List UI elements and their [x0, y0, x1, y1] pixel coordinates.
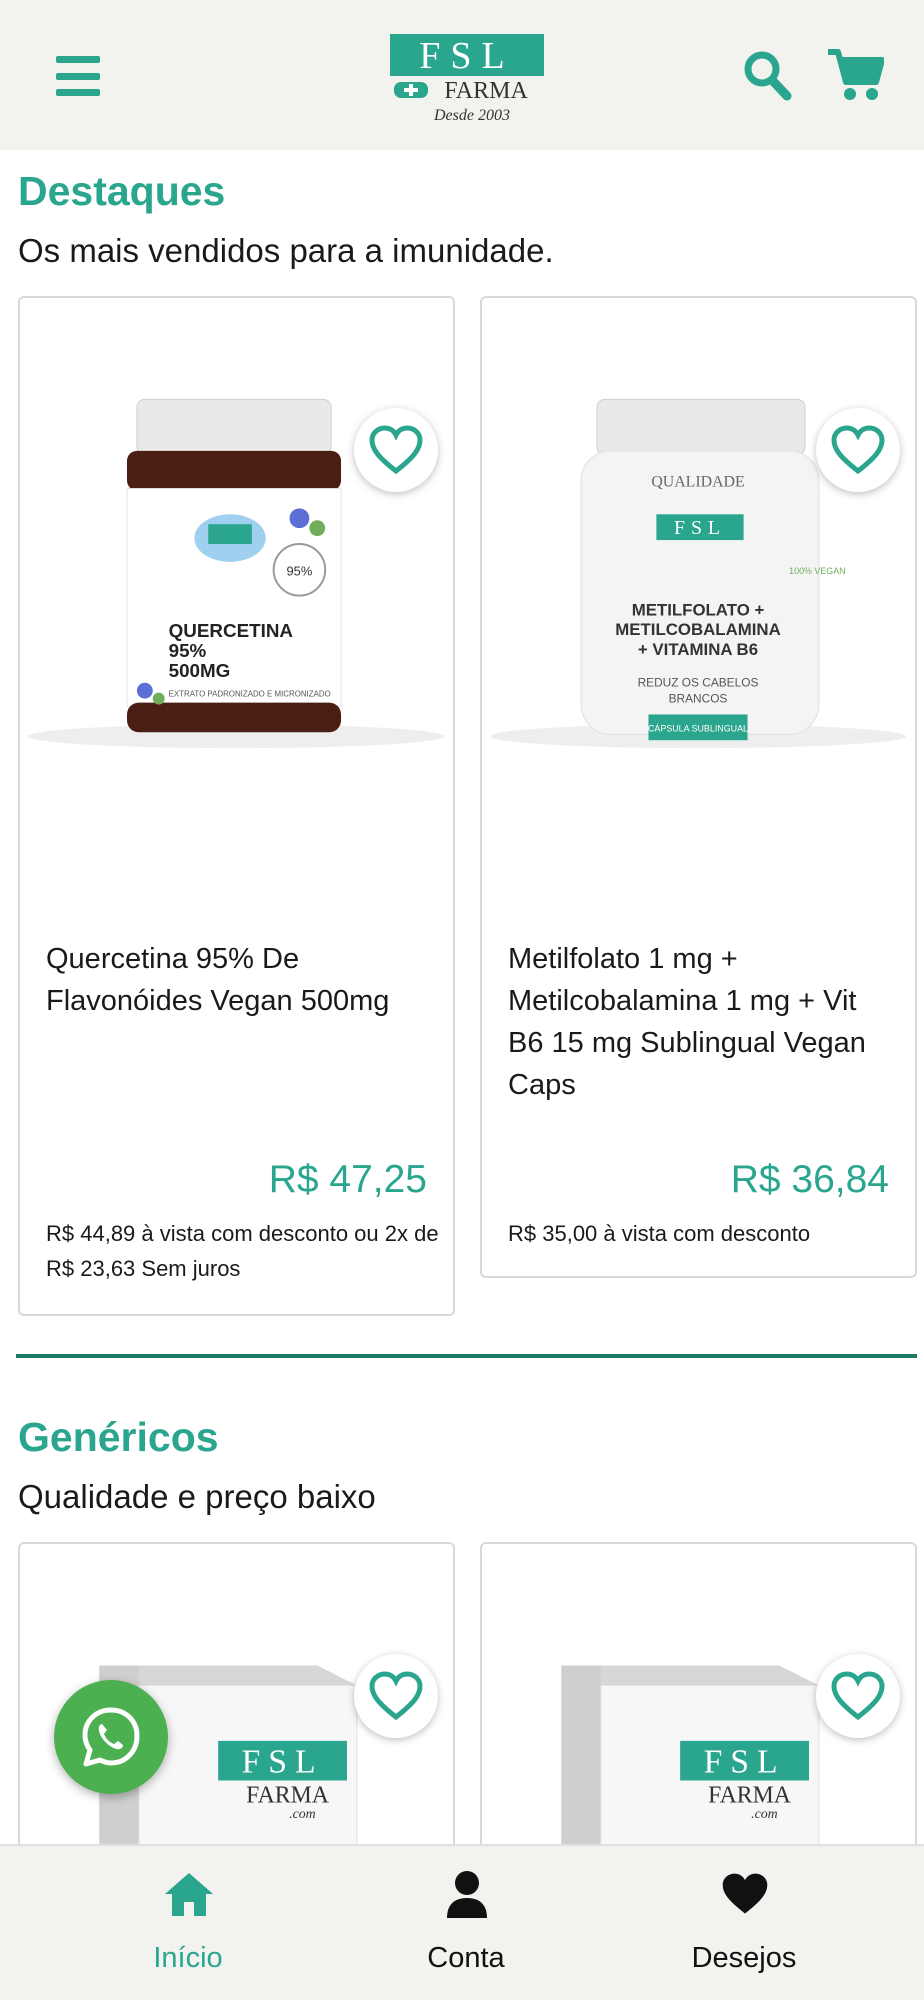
favorite-button[interactable] — [816, 408, 900, 492]
product-price: R$ 36,84 — [730, 1158, 889, 1201]
nav-label: Conta — [427, 1942, 505, 1974]
fsl-farma-logo[interactable]: FSL FARMA Desde 2003 — [390, 34, 544, 124]
cart-icon[interactable] — [826, 48, 884, 102]
svg-text:500MG: 500MG — [169, 660, 231, 681]
svg-text:CÁPSULA SUBLINGUAL: CÁPSULA SUBLINGUAL — [648, 723, 748, 733]
heart-outline-icon — [831, 425, 885, 475]
svg-text:Desde 2003: Desde 2003 — [433, 107, 510, 124]
favorite-button[interactable] — [354, 1654, 438, 1738]
svg-text:+ VITAMINA B6: + VITAMINA B6 — [638, 640, 758, 659]
home-icon — [165, 1873, 213, 1916]
product-image-metilfolato[interactable]: QUALIDADE FSL 100% VEGAN METILFOLATO + M… — [482, 338, 915, 758]
product-name[interactable]: Metilfolato 1 mg + Metilcobalamina 1 mg … — [508, 938, 898, 1106]
svg-text:BRANCOS: BRANCOS — [669, 692, 728, 706]
svg-text:.com: .com — [751, 1807, 778, 1822]
svg-text:QUALIDADE: QUALIDADE — [651, 474, 744, 491]
nav-label: Desejos — [691, 1942, 797, 1974]
svg-text:FSL: FSL — [704, 1744, 786, 1781]
svg-text:FARMA: FARMA — [246, 1782, 329, 1808]
product-image-quercetina[interactable]: 95% QUERCETINA 95% 500MG EXTRATO PADRONI… — [20, 338, 453, 758]
heart-outline-icon — [831, 1671, 885, 1721]
svg-text:FSL: FSL — [674, 517, 726, 539]
nav-item-inicio[interactable]: Início — [88, 1870, 288, 1980]
section-title-destaques: Destaques — [18, 168, 226, 214]
payment-note: R$ 44,89 à vista com desconto ou 2x de R… — [46, 1221, 439, 1281]
svg-text:100% VEGAN: 100% VEGAN — [789, 566, 845, 576]
whatsapp-icon — [82, 1707, 140, 1767]
menu-icon[interactable] — [56, 56, 100, 96]
svg-text:FSL: FSL — [242, 1744, 324, 1781]
product-card[interactable]: 95% QUERCETINA 95% 500MG EXTRATO PADRONI… — [18, 296, 455, 1316]
svg-text:FARMA: FARMA — [708, 1782, 791, 1808]
product-price: R$ 47,25 — [268, 1158, 427, 1201]
heart-outline-icon — [369, 1671, 423, 1721]
section-divider — [16, 1354, 917, 1358]
svg-text:.com: .com — [289, 1807, 316, 1822]
nav-label: Início — [153, 1942, 223, 1974]
svg-text:METILCOBALAMINA: METILCOBALAMINA — [615, 620, 780, 639]
product-name[interactable]: Quercetina 95% De Flavonóides Vegan 500m… — [46, 938, 436, 1022]
svg-text:QUERCETINA: QUERCETINA — [169, 620, 294, 641]
search-icon[interactable] — [742, 48, 792, 102]
heart-outline-icon — [369, 425, 423, 475]
svg-text:FARMA: FARMA — [444, 78, 528, 104]
user-icon — [447, 1871, 487, 1918]
svg-text:METILFOLATO +: METILFOLATO + — [632, 600, 765, 619]
svg-text:95%: 95% — [169, 640, 207, 661]
top-header: FSL FARMA Desde 2003 — [0, 0, 924, 150]
favorite-button[interactable] — [816, 1654, 900, 1738]
section-title-genericos: Genéricos — [18, 1414, 219, 1460]
nav-item-desejos[interactable]: Desejos — [644, 1870, 844, 1980]
svg-text:REDUZ OS CABELOS: REDUZ OS CABELOS — [638, 676, 759, 690]
heart-icon — [722, 1873, 768, 1914]
section-subtitle: Os mais vendidos para a imunidade. — [18, 232, 554, 269]
whatsapp-button[interactable] — [54, 1680, 168, 1794]
nav-item-conta[interactable]: Conta — [366, 1870, 566, 1980]
bottom-navigation: Início Conta Desejos — [0, 1844, 924, 2000]
payment-note: R$ 35,00 à vista com desconto — [508, 1221, 811, 1246]
favorite-button[interactable] — [354, 408, 438, 492]
product-card[interactable]: QUALIDADE FSL 100% VEGAN METILFOLATO + M… — [480, 296, 917, 1278]
svg-text:FSL: FSL — [419, 35, 514, 77]
svg-text:95%: 95% — [287, 564, 313, 579]
section-subtitle: Qualidade e preço baixo — [18, 1478, 376, 1515]
svg-text:EXTRATO PADRONIZADO E MICRONIZ: EXTRATO PADRONIZADO E MICRONIZADO — [169, 690, 331, 699]
